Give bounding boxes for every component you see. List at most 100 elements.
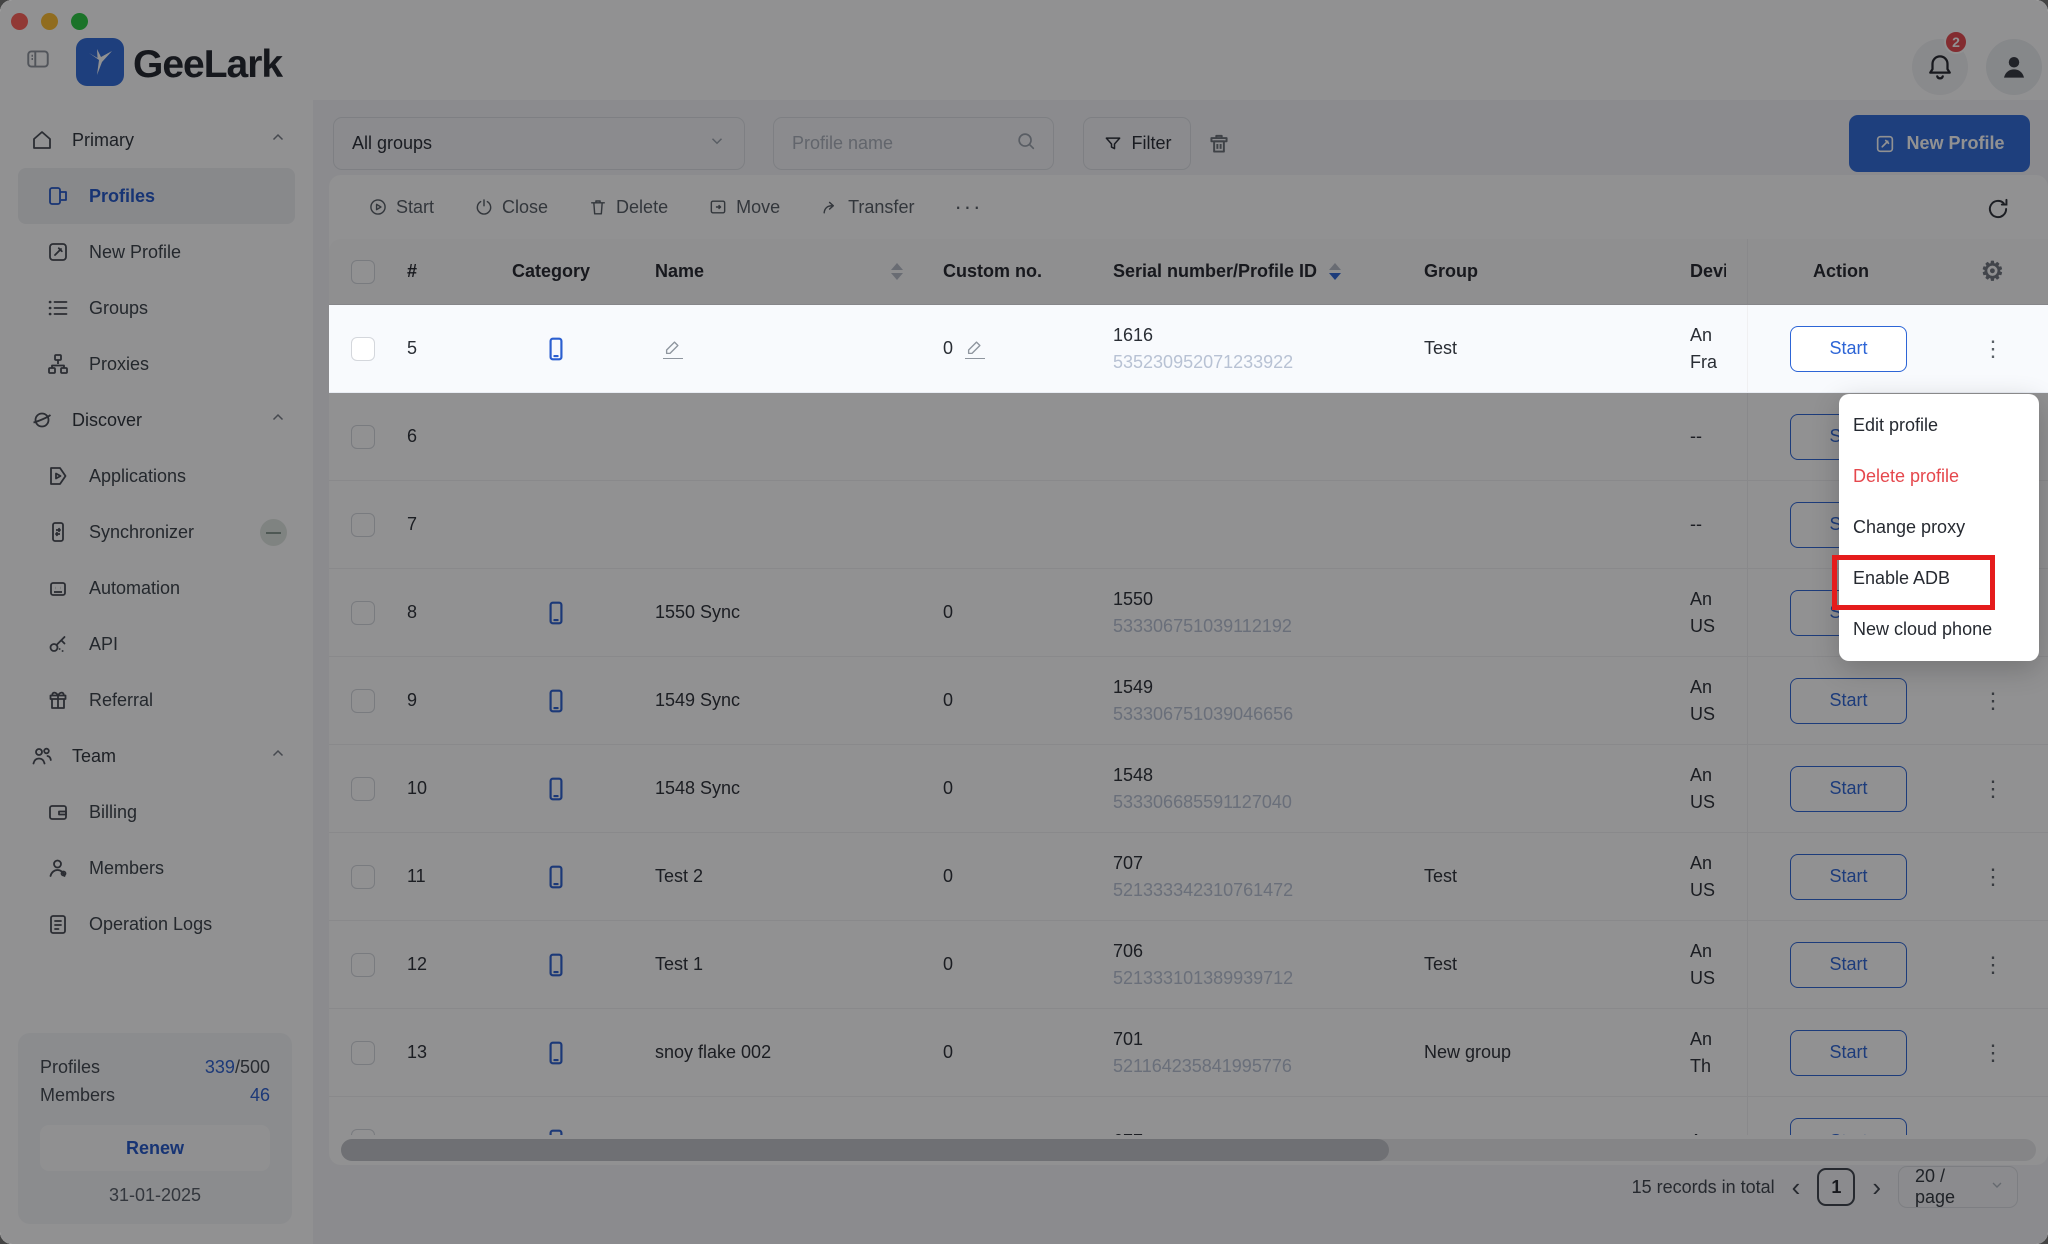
sidebar-item-automation[interactable]: Automation — [18, 560, 295, 616]
menu-item-change-proxy[interactable]: Change proxy — [1839, 502, 2039, 553]
chevron-up-icon — [269, 129, 287, 152]
row-checkbox[interactable] — [351, 777, 375, 801]
sidebar-item-members[interactable]: Members — [18, 840, 295, 896]
table-row-13[interactable]: 13 snoy flake 002 0 701 5211642358419957… — [329, 1009, 2048, 1097]
sidebar-item-new-profile[interactable]: New Profile — [18, 224, 295, 280]
row-checkbox[interactable] — [351, 953, 375, 977]
sidebar-item-groups[interactable]: Groups — [18, 280, 295, 336]
prev-page-button[interactable]: ‹ — [1792, 1174, 1801, 1200]
sidebar-item-api[interactable]: API — [18, 616, 295, 672]
row-checkbox[interactable] — [351, 337, 375, 361]
current-page-number[interactable]: 1 — [1817, 1168, 1855, 1206]
edit-custom-no-icon[interactable] — [965, 338, 985, 359]
column-settings-gear-icon[interactable]: ⚙ — [1981, 256, 2004, 287]
table-row-5[interactable]: 5 0 1616 535230952071233922 Test — [329, 305, 2048, 393]
select-all-checkbox[interactable] — [351, 260, 375, 284]
table-row-6[interactable]: 6 -- Start ⋮ — [329, 393, 2048, 481]
row-checkbox[interactable] — [351, 865, 375, 889]
horizontal-scrollbar-thumb[interactable] — [341, 1139, 1389, 1161]
refresh-button[interactable] — [1978, 189, 2018, 229]
geelark-app-window: GeeLark 2 Primary Profiles New Profile G… — [0, 0, 2048, 1244]
row-more-menu-icon[interactable]: ⋮ — [1982, 688, 2004, 714]
column-header-category[interactable]: Category — [481, 239, 631, 304]
sidebar-item-operation-logs[interactable]: Operation Logs — [18, 896, 295, 952]
start-profile-button[interactable]: Start — [1790, 766, 1907, 812]
sidebar-toggle-icon[interactable] — [25, 46, 51, 72]
page-size-select[interactable]: 20 / page — [1898, 1166, 2018, 1208]
clear-filter-icon[interactable] — [1206, 131, 1232, 157]
bulk-close-button[interactable]: Close — [474, 197, 548, 218]
start-profile-button[interactable]: Start — [1790, 854, 1907, 900]
column-header-custom-no[interactable]: Custom no. — [919, 239, 1089, 304]
menu-item-new-cloud-phone[interactable]: New cloud phone — [1839, 604, 2039, 655]
menu-item-delete-profile[interactable]: Delete profile — [1839, 451, 2039, 502]
row-more-menu-icon[interactable]: ⋮ — [1982, 776, 2004, 802]
row-more-menu-icon[interactable]: ⋮ — [1982, 1040, 2004, 1066]
sidebar-item-applications[interactable]: Applications — [18, 448, 295, 504]
horizontal-scrollbar[interactable] — [341, 1139, 2036, 1161]
sidebar-item-proxies[interactable]: Proxies — [18, 336, 295, 392]
sidebar-item-billing[interactable]: Billing — [18, 784, 295, 840]
row-more-menu-icon[interactable]: ⋮ — [1982, 864, 2004, 890]
bulk-move-button[interactable]: Move — [708, 197, 780, 218]
bulk-delete-button[interactable]: Delete — [588, 197, 668, 218]
table-row-12[interactable]: 12 Test 1 0 706 521333101389939712 Test … — [329, 921, 2048, 1009]
start-profile-button[interactable]: Start — [1790, 1030, 1907, 1076]
table-header-row: # Category Name Custom no. Serial number… — [329, 239, 2048, 305]
row-checkbox[interactable] — [351, 1129, 375, 1135]
search-input[interactable] — [790, 132, 1015, 155]
bulk-actions-toolbar: Start Close Delete Move Transfer — [329, 175, 2048, 239]
table-row-11[interactable]: 11 Test 2 0 707 521333342310761472 Test … — [329, 833, 2048, 921]
next-page-button[interactable]: › — [1872, 1174, 1881, 1200]
cloud-phone-icon — [543, 864, 569, 890]
row-checkbox[interactable] — [351, 689, 375, 713]
table-row-9[interactable]: 9 1549 Sync 0 1549 533306751039046656 An… — [329, 657, 2048, 745]
renew-button[interactable]: Renew — [40, 1125, 270, 1171]
cloud-phone-icon — [543, 776, 569, 802]
bulk-transfer-button[interactable]: Transfer — [820, 197, 914, 218]
column-header-device[interactable]: Device — [1669, 239, 1747, 304]
row-checkbox[interactable] — [351, 601, 375, 625]
serial-sort-icon[interactable] — [1329, 263, 1341, 280]
folder-move-icon — [708, 197, 728, 217]
profiles-usage-label: Profiles — [40, 1053, 100, 1081]
start-profile-button[interactable]: Start — [1790, 1118, 1907, 1135]
menu-item-edit-profile[interactable]: Edit profile — [1839, 400, 2039, 451]
column-header-serial[interactable]: Serial number/Profile ID — [1089, 239, 1401, 304]
minimize-window-button[interactable] — [41, 13, 58, 30]
sidebar-item-profiles[interactable]: Profiles — [18, 168, 295, 224]
table-row-7[interactable]: 7 -- Start ⋮ — [329, 481, 2048, 569]
close-window-button[interactable] — [11, 13, 28, 30]
column-header-name[interactable]: Name — [631, 239, 919, 304]
pagination-bar: 15 records in total ‹ 1 › 20 / page — [1632, 1166, 2018, 1208]
column-header-group[interactable]: Group — [1401, 239, 1669, 304]
sidebar-section-team[interactable]: Team — [0, 728, 313, 784]
start-profile-button[interactable]: Start — [1790, 326, 1907, 372]
user-avatar[interactable] — [1986, 39, 2042, 95]
start-profile-button[interactable]: Start — [1790, 678, 1907, 724]
zoom-window-button[interactable] — [71, 13, 88, 30]
row-checkbox[interactable] — [351, 513, 375, 537]
sidebar-item-synchronizer[interactable]: Synchronizer — — [18, 504, 295, 560]
name-sort-icon[interactable] — [891, 263, 903, 280]
bulk-start-button[interactable]: Start — [368, 197, 434, 218]
edit-name-icon[interactable] — [663, 338, 683, 359]
row-more-menu-icon[interactable]: ⋮ — [1982, 952, 2004, 978]
group-filter-select[interactable]: All groups — [333, 117, 745, 170]
column-header-index[interactable]: # — [385, 239, 481, 304]
row-checkbox[interactable] — [351, 1041, 375, 1065]
more-actions-button[interactable]: ··· — [954, 194, 982, 220]
row-more-menu-icon[interactable]: ⋮ — [1982, 336, 2004, 362]
bell-icon — [1925, 52, 1955, 82]
table-row-8[interactable]: 8 1550 Sync 0 1550 533306751039112192 An… — [329, 569, 2048, 657]
search-icon[interactable] — [1015, 130, 1037, 157]
start-profile-button[interactable]: Start — [1790, 942, 1907, 988]
sidebar-item-referral[interactable]: Referral — [18, 672, 295, 728]
new-profile-button[interactable]: New Profile — [1849, 115, 2030, 172]
table-row-10[interactable]: 10 1548 Sync 0 1548 533306685591127040 A… — [329, 745, 2048, 833]
filter-button[interactable]: Filter — [1083, 117, 1191, 170]
sidebar-section-discover[interactable]: Discover — [0, 392, 313, 448]
row-checkbox[interactable] — [351, 425, 375, 449]
sidebar-section-primary[interactable]: Primary — [0, 112, 313, 168]
profile-name-search[interactable] — [773, 117, 1054, 170]
